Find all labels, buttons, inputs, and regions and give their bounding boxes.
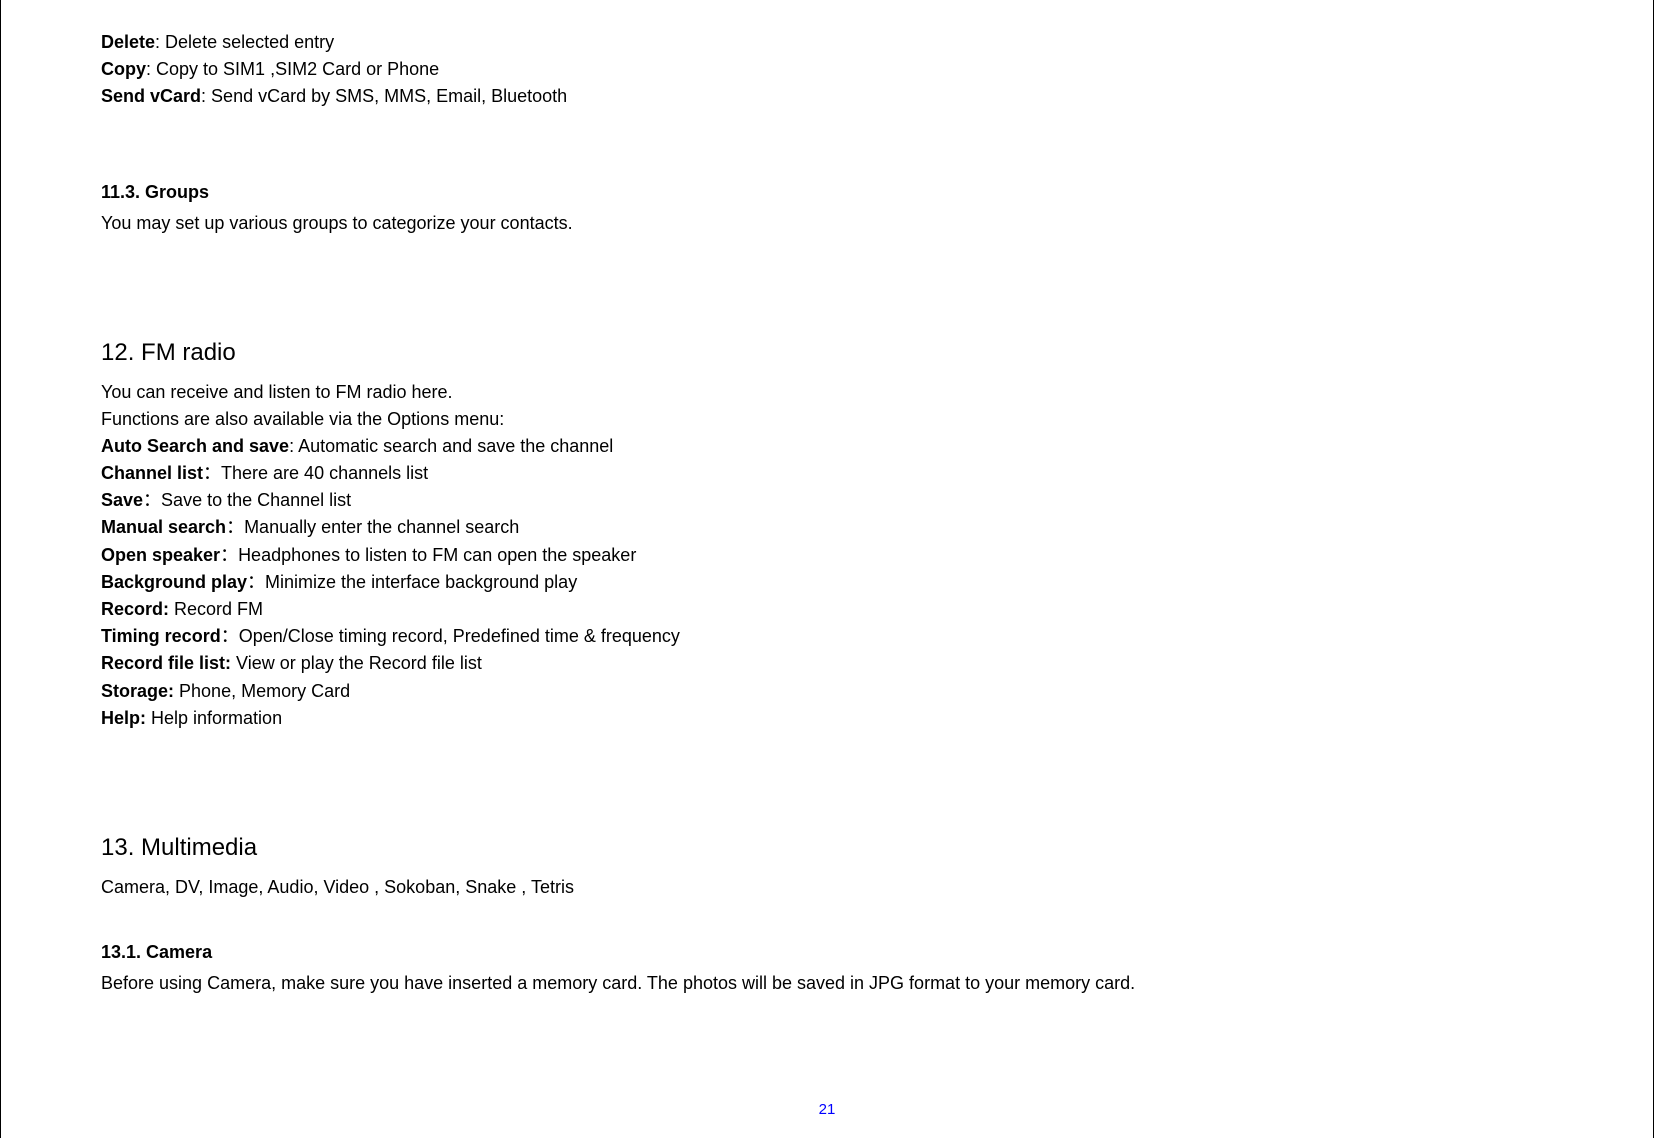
def-auto-search: Auto Search and save: Automatic search a… [101,434,1553,459]
body-13: Camera, DV, Image, Audio, Video , Sokoba… [101,875,1553,900]
def-desc: Manually enter the channel search [244,517,519,537]
def-sep: ： [143,490,161,510]
heading-13-multimedia: 13. Multimedia [101,831,1553,865]
def-save: Save：Save to the Channel list [101,488,1553,513]
def-sep: : [155,32,165,52]
body-12-intro1: You can receive and listen to FM radio h… [101,380,1553,405]
def-term: Storage: [101,681,174,701]
def-record: Record: Record FM [101,597,1553,622]
def-term: Record: [101,599,169,619]
body-12-intro2: Functions are also available via the Opt… [101,407,1553,432]
def-sep: : [201,86,211,106]
def-sep: ： [220,545,238,565]
heading-11-3-groups: 11.3. Groups [101,180,1553,205]
def-desc: Automatic search and save the channel [298,436,613,456]
def-desc: Delete selected entry [165,32,334,52]
def-term: Help: [101,708,146,728]
def-term: Save [101,490,143,510]
def-term: Background play [101,572,247,592]
def-manual-search: Manual search：Manually enter the channel… [101,515,1553,540]
def-help: Help: Help information [101,706,1553,731]
def-term: Copy [101,59,146,79]
def-term: Auto Search and save [101,436,289,456]
def-sep: ： [221,626,239,646]
def-term: Record file list: [101,653,231,673]
def-timing-record: Timing record：Open/Close timing record, … [101,624,1553,649]
def-channel-list: Channel list：There are 40 channels list [101,461,1553,486]
def-term: Open speaker [101,545,220,565]
def-storage: Storage: Phone, Memory Card [101,679,1553,704]
def-desc: Record FM [174,599,263,619]
def-copy: Copy: Copy to SIM1 ,SIM2 Card or Phone [101,57,1553,82]
def-desc: Open/Close timing record, Predefined tim… [239,626,680,646]
def-desc: There are 40 channels list [221,463,428,483]
def-record-file-list: Record file list: View or play the Recor… [101,651,1553,676]
def-desc: Save to the Channel list [161,490,351,510]
heading-12-fm-radio: 12. FM radio [101,336,1553,370]
def-sep: : [146,59,156,79]
def-sep: ： [203,463,221,483]
body-13-1: Before using Camera, make sure you have … [101,971,1553,996]
def-sep: : [289,436,298,456]
def-delete: Delete: Delete selected entry [101,30,1553,55]
def-term: Timing record [101,626,221,646]
def-background-play: Background play：Minimize the interface b… [101,570,1553,595]
def-sep: ： [226,517,244,537]
def-desc: Headphones to listen to FM can open the … [238,545,636,565]
def-desc: View or play the Record file list [236,653,482,673]
def-desc: Help information [151,708,282,728]
def-open-speaker: Open speaker：Headphones to listen to FM … [101,543,1553,568]
def-desc: Copy to SIM1 ,SIM2 Card or Phone [156,59,439,79]
def-send-vcard: Send vCard: Send vCard by SMS, MMS, Emai… [101,84,1553,109]
page-number: 21 [819,1101,836,1118]
def-term: Send vCard [101,86,201,106]
document-content: Delete: Delete selected entry Copy: Copy… [101,30,1553,996]
def-desc: Phone, Memory Card [179,681,350,701]
def-term: Manual search [101,517,226,537]
def-sep: ： [247,572,265,592]
heading-13-1-camera: 13.1. Camera [101,940,1553,965]
def-desc: Minimize the interface background play [265,572,577,592]
def-term: Delete [101,32,155,52]
def-desc: Send vCard by SMS, MMS, Email, Bluetooth [211,86,567,106]
def-term: Channel list [101,463,203,483]
body-11-3: You may set up various groups to categor… [101,211,1553,236]
